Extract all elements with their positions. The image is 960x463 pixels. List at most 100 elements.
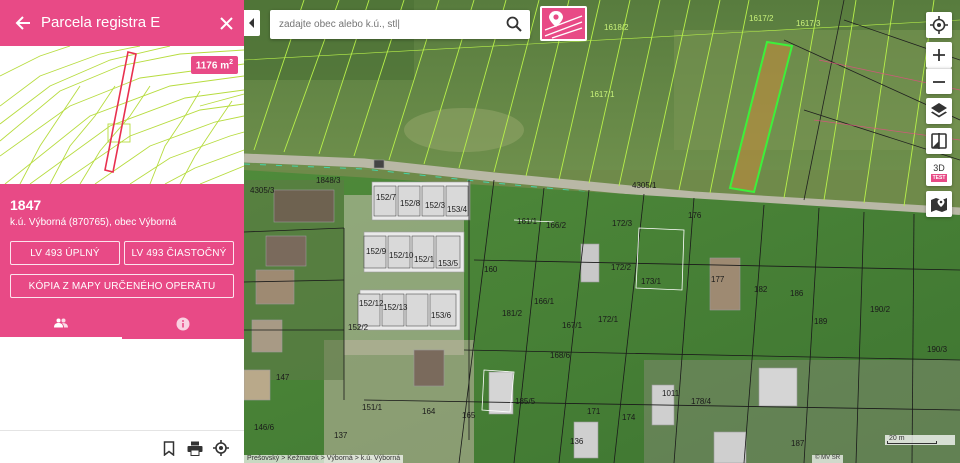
svg-text:190/3: 190/3 — [927, 345, 948, 354]
lv-full-button[interactable]: LV 493 úplný — [10, 241, 120, 265]
arrow-left-icon — [15, 16, 30, 30]
people-icon — [54, 318, 68, 327]
clearing — [674, 30, 960, 150]
zoom-in-button[interactable] — [926, 42, 952, 68]
map-marker-button[interactable] — [926, 191, 952, 217]
map-canvas[interactable]: 1617/2 1617/3 1617/1 1618/2 4305/1 4305/… — [244, 0, 960, 463]
svg-text:166/1: 166/1 — [534, 297, 555, 306]
svg-text:152/9: 152/9 — [366, 247, 387, 256]
svg-text:166/2: 166/2 — [546, 221, 567, 230]
parcel-info: 1847 k.ú. Výborná (870765), obec Výborná… — [0, 184, 244, 339]
test-badge: TEST — [930, 173, 948, 182]
map-copyright: © MV SR — [812, 455, 844, 463]
collapse-panel-button[interactable] — [244, 10, 260, 36]
label-1617-2: 1617/2 — [749, 14, 774, 23]
chevron-left-icon — [249, 18, 254, 28]
pick-on-map-button[interactable] — [540, 6, 587, 41]
svg-text:181/2: 181/2 — [502, 309, 523, 318]
panel-header: Parcela registra E — [0, 0, 244, 46]
svg-text:152/13: 152/13 — [383, 303, 408, 312]
locate-button[interactable] — [212, 439, 230, 457]
svg-text:178/4: 178/4 — [691, 397, 712, 406]
svg-text:152/3: 152/3 — [425, 201, 446, 210]
app-root: 1617/2 1617/3 1617/1 1618/2 4305/1 4305/… — [0, 0, 960, 463]
svg-text:151/1: 151/1 — [362, 403, 383, 412]
minus-icon — [933, 80, 945, 83]
svg-text:165: 165 — [462, 411, 476, 420]
label-1618-2: 1618/2 — [604, 23, 629, 32]
close-icon — [219, 16, 233, 30]
svg-text:173/1: 173/1 — [641, 277, 662, 286]
svg-text:153/6: 153/6 — [431, 311, 452, 320]
parcel-preview-map: 1176 m2 — [0, 46, 244, 184]
tab-owners[interactable] — [0, 308, 122, 339]
svg-text:164: 164 — [422, 407, 436, 416]
svg-text:168/6: 168/6 — [550, 351, 571, 360]
parcel-location: k.ú. Výborná (870765), obec Výborná — [10, 217, 177, 228]
close-button[interactable] — [216, 13, 236, 33]
svg-text:153/4: 153/4 — [447, 205, 468, 214]
svg-text:146/6: 146/6 — [254, 423, 275, 432]
svg-text:152/10: 152/10 — [389, 251, 414, 260]
clearing-2 — [404, 108, 524, 152]
print-icon — [187, 441, 203, 456]
svg-text:177: 177 — [711, 275, 725, 284]
print-button[interactable] — [186, 439, 204, 457]
split-view-icon — [931, 133, 947, 149]
svg-text:1011: 1011 — [662, 389, 680, 398]
scale-bar — [887, 441, 937, 444]
svg-text:182: 182 — [754, 285, 768, 294]
lv-partial-button[interactable]: LV 493 čiastočný — [124, 241, 234, 265]
map-pin-icon — [544, 11, 583, 39]
search-input[interactable] — [279, 16, 499, 33]
search-icon[interactable] — [506, 16, 522, 32]
svg-text:137: 137 — [334, 431, 348, 440]
svg-text:152/2: 152/2 — [348, 323, 369, 332]
search-bar — [270, 10, 530, 39]
back-button[interactable] — [12, 12, 34, 34]
area-badge: 1176 m2 — [190, 56, 238, 75]
panel-title: Parcela registra E — [41, 14, 161, 31]
svg-text:167/1: 167/1 — [562, 321, 583, 330]
svg-text:172/3: 172/3 — [612, 219, 633, 228]
3d-view-button[interactable]: 3D TEST — [926, 158, 952, 186]
bookmark-button[interactable] — [160, 439, 178, 457]
map-scale: 20 m — [885, 435, 955, 445]
compare-button[interactable] — [926, 128, 952, 154]
svg-text:136: 136 — [570, 437, 584, 446]
plus-icon — [933, 49, 945, 61]
map-view[interactable]: 1617/2 1617/3 1617/1 1618/2 4305/1 4305/… — [244, 0, 960, 463]
info-icon — [176, 317, 190, 330]
label-1617-3: 1617/3 — [796, 19, 821, 28]
svg-text:161/1: 161/1 — [517, 217, 538, 226]
parcel-panel: Parcela registra E 1176 m2 1847 k.ú. Výb… — [0, 0, 244, 463]
layers-button[interactable] — [926, 98, 952, 124]
area-unit-sup: 2 — [229, 59, 233, 66]
svg-text:1848/3: 1848/3 — [316, 176, 341, 185]
my-location-button[interactable] — [926, 12, 952, 38]
svg-text:172/1: 172/1 — [598, 315, 619, 324]
svg-text:174: 174 — [622, 413, 636, 422]
tab-info[interactable] — [122, 308, 244, 339]
area-value: 1176 m — [195, 60, 230, 72]
layers-icon — [931, 103, 947, 118]
svg-text:186: 186 — [790, 289, 804, 298]
map-marker-icon — [931, 198, 947, 212]
svg-text:153/5: 153/5 — [438, 259, 459, 268]
svg-text:152/12: 152/12 — [359, 299, 384, 308]
svg-text:185/5: 185/5 — [515, 397, 536, 406]
svg-text:172/2: 172/2 — [611, 263, 632, 272]
svg-text:4305/3: 4305/3 — [250, 186, 275, 195]
3d-label: 3D — [933, 162, 945, 173]
svg-text:152/1: 152/1 — [414, 255, 435, 264]
svg-text:152/8: 152/8 — [400, 199, 421, 208]
svg-text:176: 176 — [688, 211, 702, 220]
bookmark-icon — [163, 440, 175, 456]
label-road: 4305/1 — [632, 181, 657, 190]
svg-text:160: 160 — [484, 265, 498, 274]
map-breadcrumb[interactable]: Prešovský > Kežmarok > Výborná > k.ú. Vý… — [244, 455, 404, 463]
zoom-out-button[interactable] — [926, 68, 952, 94]
copy-map-button[interactable]: Kópia z mapy určeného operátu — [10, 274, 234, 298]
svg-text:189: 189 — [814, 317, 828, 326]
svg-text:147: 147 — [276, 373, 290, 382]
